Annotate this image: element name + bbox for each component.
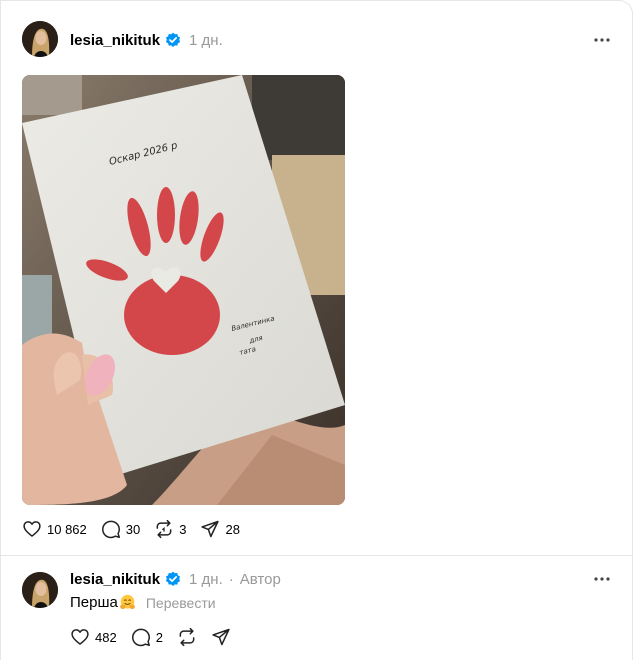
avatar-image bbox=[22, 21, 58, 57]
reply-like-count: 482 bbox=[95, 629, 117, 645]
verified-badge-icon bbox=[165, 32, 181, 48]
reply-share-button[interactable] bbox=[211, 626, 231, 648]
avatar-image bbox=[22, 572, 58, 608]
reply-body: Перша Перевести bbox=[70, 594, 216, 611]
author-label: Автор bbox=[239, 570, 281, 588]
avatar[interactable] bbox=[22, 21, 58, 57]
repost-icon bbox=[179, 627, 195, 647]
share-button[interactable]: 28 bbox=[200, 518, 240, 540]
reply-text: Перша bbox=[70, 594, 118, 611]
share-icon bbox=[212, 628, 230, 646]
post-time[interactable]: 1 дн. bbox=[189, 32, 223, 49]
reply-username[interactable]: lesia_nikituk bbox=[70, 571, 160, 588]
post-header: lesia_nikituk 1 дн. bbox=[70, 30, 223, 50]
translate-link[interactable]: Перевести bbox=[146, 595, 216, 611]
reply-more-options-icon[interactable] bbox=[590, 569, 614, 589]
like-count: 10 862 bbox=[47, 521, 87, 537]
verified-badge-icon bbox=[165, 571, 181, 587]
heart-icon bbox=[71, 629, 89, 645]
comment-button[interactable]: 30 bbox=[101, 518, 140, 540]
reply-like-button[interactable]: 482 bbox=[70, 626, 117, 648]
reply-actions: 482 2 bbox=[70, 626, 245, 648]
comment-icon bbox=[131, 628, 150, 647]
valentine-card-photo: Оскар 2026 р Валентинка для тата bbox=[22, 75, 345, 505]
post-image[interactable]: Оскар 2026 р Валентинка для тата bbox=[22, 75, 345, 505]
heart-icon bbox=[23, 521, 41, 537]
reply-avatar[interactable] bbox=[22, 572, 58, 608]
repost-button[interactable]: 3 bbox=[154, 518, 186, 540]
like-button[interactable]: 10 862 bbox=[22, 518, 87, 540]
reply-repost-button[interactable] bbox=[177, 626, 197, 648]
thread-divider bbox=[0, 555, 633, 556]
username[interactable]: lesia_nikituk bbox=[70, 32, 160, 49]
separator-dot: · bbox=[228, 570, 234, 588]
reply-time[interactable]: 1 дн. bbox=[189, 571, 223, 588]
comment-icon bbox=[101, 520, 120, 539]
share-icon bbox=[201, 520, 220, 538]
repost-icon bbox=[156, 519, 172, 539]
repost-count: 3 bbox=[179, 521, 187, 537]
post-actions: 10 862 30 3 28 bbox=[22, 518, 254, 540]
more-options-icon[interactable] bbox=[590, 30, 614, 50]
reply-header: lesia_nikituk 1 дн. · Автор bbox=[70, 569, 281, 589]
reply-comment-count: 2 bbox=[155, 629, 163, 645]
comment-count: 30 bbox=[125, 521, 141, 537]
share-count: 28 bbox=[225, 521, 240, 537]
reply-comment-button[interactable]: 2 bbox=[131, 626, 163, 648]
hugging-face-emoji-icon bbox=[119, 594, 136, 611]
